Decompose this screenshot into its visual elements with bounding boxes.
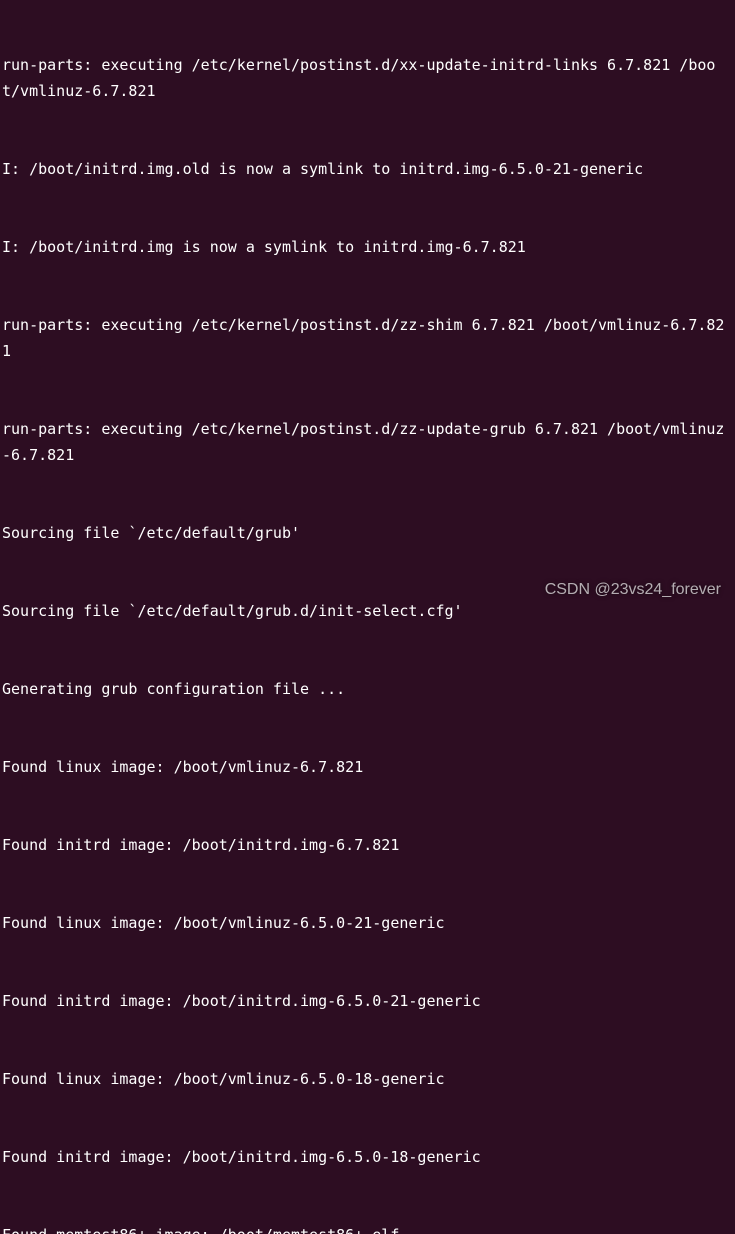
output-line: Found linux image: /boot/vmlinuz-6.5.0-2… [2,910,733,936]
output-line: Found initrd image: /boot/initrd.img-6.7… [2,832,733,858]
output-line: run-parts: executing /etc/kernel/postins… [2,416,733,468]
output-line: run-parts: executing /etc/kernel/postins… [2,312,733,364]
output-line: run-parts: executing /etc/kernel/postins… [2,52,733,104]
output-line: Sourcing file `/etc/default/grub.d/init-… [2,598,733,624]
output-line: Found memtest86+ image: /boot/memtest86+… [2,1222,733,1234]
terminal-output[interactable]: run-parts: executing /etc/kernel/postins… [2,0,733,1234]
output-line: I: /boot/initrd.img.old is now a symlink… [2,156,733,182]
output-line: I: /boot/initrd.img is now a symlink to … [2,234,733,260]
output-line: Found linux image: /boot/vmlinuz-6.7.821 [2,754,733,780]
output-line: Found initrd image: /boot/initrd.img-6.5… [2,1144,733,1170]
output-line: Found linux image: /boot/vmlinuz-6.5.0-1… [2,1066,733,1092]
output-line: Sourcing file `/etc/default/grub' [2,520,733,546]
output-line: Generating grub configuration file ... [2,676,733,702]
output-line: Found initrd image: /boot/initrd.img-6.5… [2,988,733,1014]
